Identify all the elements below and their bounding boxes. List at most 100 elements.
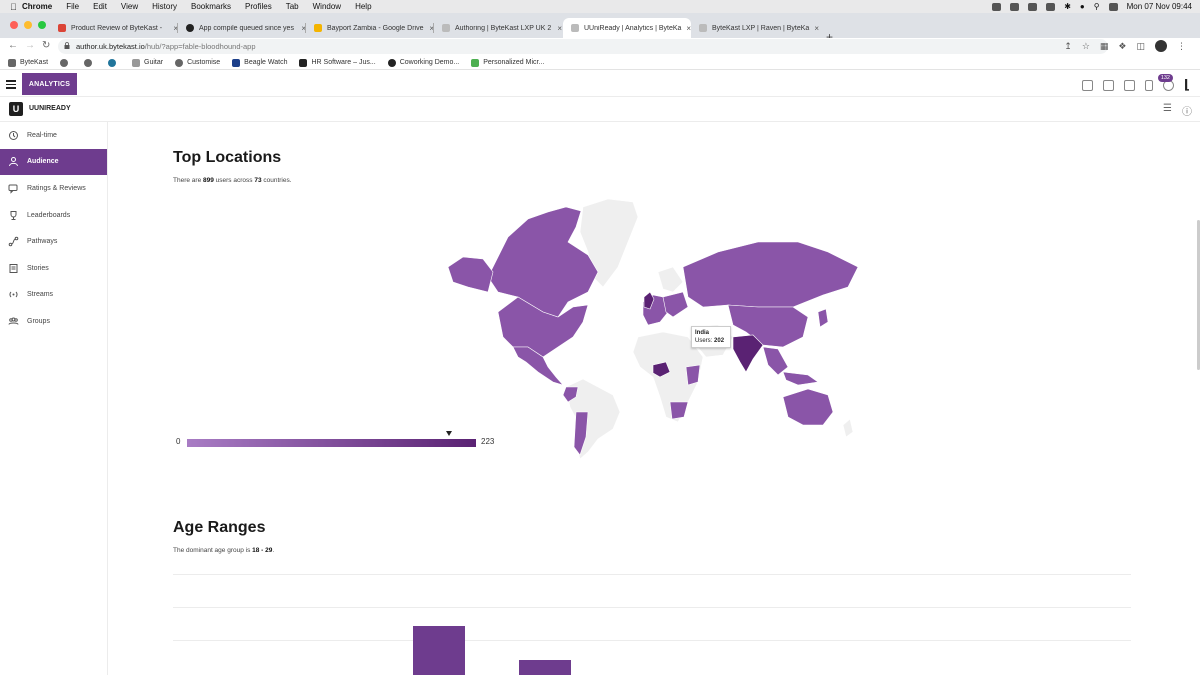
menu-clock[interactable]: Mon 07 Nov 09:44 (1127, 2, 1192, 11)
folder-icon (8, 58, 16, 67)
sidebar-item-label: Groups (27, 317, 50, 325)
bookmarks-bar: ByteKast Guitar Customise Beagle Watch H… (0, 56, 1200, 70)
wifi-icon[interactable]: ● (1080, 2, 1085, 11)
reload-icon[interactable]: ↻ (42, 40, 50, 51)
share-icon[interactable]: ↥ (1064, 41, 1072, 52)
sidebar-item-streams[interactable]: Streams (0, 282, 107, 309)
profile-avatar[interactable] (1155, 40, 1167, 52)
status-app-icon[interactable] (1046, 2, 1056, 11)
menu-tab[interactable]: Tab (286, 2, 299, 11)
menu-edit[interactable]: Edit (93, 2, 107, 11)
status-app-icon[interactable] (1028, 2, 1038, 11)
bookmark-item[interactable] (60, 58, 72, 67)
hamburger-menu-icon[interactable] (6, 80, 16, 89)
menu-view[interactable]: View (121, 2, 138, 11)
bookmark-item[interactable]: Coworking Demo... (387, 58, 459, 67)
bookmark-item[interactable]: Guitar (132, 58, 163, 67)
browser-tab[interactable]: App compile queued since yes × (178, 18, 306, 38)
menu-file[interactable]: File (66, 2, 79, 11)
bookmark-item[interactable]: Personalized Micr... (471, 58, 544, 67)
url-text[interactable]: author.uk.bytekast.io/hub/?app=fable-blo… (76, 42, 256, 51)
sidebar-item-label: Audience (27, 158, 59, 166)
country-russia[interactable] (682, 241, 859, 308)
bookmark-item[interactable] (108, 58, 120, 67)
close-window-button[interactable] (10, 21, 18, 29)
users-count: 899 (203, 177, 214, 184)
google-drive-icon (314, 24, 322, 32)
sidebar-item-pathways[interactable]: Pathways (0, 228, 107, 255)
bookmark-item[interactable]: Customise (175, 58, 220, 67)
analytics-section-button[interactable]: ANALYTICS (22, 73, 77, 95)
menu-bookmarks[interactable]: Bookmarks (191, 2, 231, 11)
browser-tab[interactable]: Authoring | ByteKast LXP UK 2 × (434, 18, 562, 38)
bookmark-item[interactable] (84, 58, 96, 67)
zoom-window-button[interactable] (38, 21, 46, 29)
bytekast-logo[interactable]: ⌊ (1184, 77, 1190, 93)
back-icon[interactable]: ← (8, 40, 18, 51)
tooltip-value: 202 (714, 338, 725, 345)
close-tab-icon[interactable]: × (814, 24, 819, 33)
close-tab-icon[interactable]: × (557, 24, 562, 33)
browser-tab-active[interactable]: UUniReady | Analytics | ByteKa × (563, 18, 691, 38)
sidebar-item-groups[interactable]: Groups (0, 308, 107, 335)
analytics-sidebar: Real-time Audience Ratings & Reviews Lea… (0, 122, 108, 675)
age-bar[interactable] (413, 626, 465, 675)
puzzle-icon[interactable]: ❖ (1118, 41, 1126, 52)
macos-menu-bar:  Chrome File Edit View History Bookmark… (0, 0, 1200, 13)
extension-icon[interactable]: ▦ (1100, 41, 1109, 52)
age-bar[interactable] (519, 660, 571, 675)
country-india[interactable] (732, 334, 764, 373)
country-new-zealand[interactable] (842, 418, 854, 438)
country-indonesia[interactable] (782, 371, 819, 386)
menu-app-name[interactable]: Chrome (22, 2, 52, 11)
country-scandinavia[interactable] (657, 266, 684, 293)
chart-gridline (173, 640, 1131, 641)
sidebar-icon[interactable]: ◫ (1136, 41, 1145, 52)
sidebar-item-label: Ratings & Reviews (27, 184, 86, 192)
sidebar-item-audience[interactable]: Audience (0, 148, 107, 176)
forward-icon[interactable]: → (25, 40, 35, 51)
tab-title: UUniReady | Analytics | ByteKa (584, 24, 682, 32)
country-australia[interactable] (782, 388, 834, 426)
menu-history[interactable]: History (152, 2, 177, 11)
minimize-window-button[interactable] (24, 21, 32, 29)
filter-sliders-icon[interactable]: ☰ (1163, 103, 1172, 118)
lock-icon[interactable] (64, 42, 70, 49)
menu-help[interactable]: Help (355, 2, 371, 11)
browser-tab[interactable]: Product Review of ByteKast - × (50, 18, 178, 38)
country-southeast-asia[interactable] (762, 346, 789, 376)
copy-icon[interactable] (1103, 79, 1115, 91)
control-center-icon[interactable] (1108, 2, 1118, 11)
desc-text: The dominant age group is (173, 547, 253, 554)
menu-profiles[interactable]: Profiles (245, 2, 272, 11)
sidebar-item-label: Leaderboards (27, 211, 71, 219)
sidebar-item-realtime[interactable]: Real-time (0, 122, 107, 149)
sidebar-item-ratings-reviews[interactable]: Ratings & Reviews (0, 175, 107, 202)
status-app-icon[interactable] (1010, 2, 1020, 11)
more-menu-icon[interactable]: ⋮ (1177, 41, 1186, 52)
folder-icon (132, 58, 141, 67)
document-icon[interactable] (1124, 79, 1136, 91)
help-icon[interactable]: ⓘ (1182, 103, 1192, 118)
bookmark-star-icon[interactable]: ☆ (1082, 41, 1090, 52)
browser-tab[interactable]: ByteKast LXP | Raven | ByteKa × (691, 18, 819, 38)
bookmark-item[interactable]: ByteKast (8, 58, 48, 67)
sidebar-item-stories[interactable]: Stories (0, 255, 107, 282)
tab-title: Product Review of ByteKast - (71, 24, 163, 32)
mobile-icon[interactable] (1145, 79, 1154, 91)
apple-icon[interactable]:  (10, 2, 22, 12)
sidebar-item-leaderboards[interactable]: Leaderboards (0, 202, 107, 229)
countries-count: 73 (254, 177, 262, 184)
bookmark-item[interactable]: Beagle Watch (232, 58, 287, 67)
browser-tab[interactable]: Bayport Zambia - Google Drive × (306, 18, 434, 38)
bluetooth-icon[interactable]: ✱ (1064, 2, 1071, 11)
search-icon[interactable]: ⚲ (1094, 2, 1100, 11)
menu-window[interactable]: Window (313, 2, 341, 11)
country-kenya[interactable] (685, 364, 701, 386)
country-usa-alaska[interactable] (448, 256, 494, 293)
briefcase-icon[interactable] (1082, 79, 1094, 91)
country-japan[interactable] (817, 308, 829, 328)
status-app-icon[interactable] (992, 2, 1002, 11)
bookmark-item[interactable]: HR Software – Jus... (299, 58, 376, 67)
country-south-africa[interactable] (669, 401, 689, 420)
